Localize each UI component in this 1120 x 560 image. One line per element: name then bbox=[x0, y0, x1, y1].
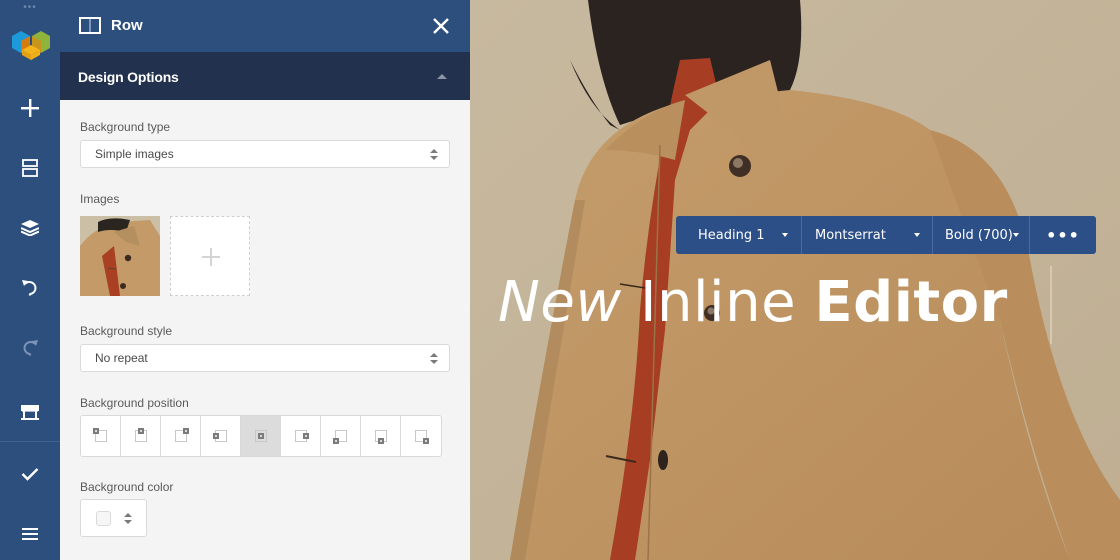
store-icon bbox=[21, 405, 39, 420]
images-label: Images bbox=[80, 192, 120, 206]
template-icon bbox=[22, 159, 38, 177]
caret-down-icon bbox=[782, 233, 788, 237]
background-type-select[interactable]: Simple images bbox=[80, 140, 450, 168]
undo-icon bbox=[22, 280, 37, 296]
hamburger-icon bbox=[22, 528, 38, 540]
templates-button[interactable] bbox=[0, 148, 60, 188]
position-right-center[interactable] bbox=[281, 416, 321, 456]
hub-button[interactable] bbox=[0, 393, 60, 433]
background-style-value: No repeat bbox=[95, 351, 148, 365]
layers-icon bbox=[21, 220, 39, 236]
left-toolbar-rail: ••• bbox=[0, 0, 60, 560]
add-element-button[interactable] bbox=[0, 88, 60, 128]
visual-composer-logo[interactable] bbox=[11, 27, 51, 61]
design-options-section-toggle[interactable]: Design Options bbox=[60, 52, 470, 100]
editable-heading[interactable]: New Inline Editor bbox=[498, 270, 1008, 335]
check-icon bbox=[21, 468, 39, 481]
position-center-bottom-icon bbox=[378, 438, 384, 444]
position-center-center-icon bbox=[258, 433, 264, 439]
add-image-button[interactable] bbox=[170, 216, 250, 296]
heading-word-bold: Editor bbox=[814, 270, 1008, 335]
background-color-label: Background color bbox=[80, 480, 174, 494]
tree-view-button[interactable] bbox=[0, 208, 60, 248]
font-weight-dropdown[interactable]: Bold (700) bbox=[933, 216, 1030, 254]
position-center-top[interactable] bbox=[121, 416, 161, 456]
publish-button[interactable] bbox=[0, 454, 60, 494]
position-right-bottom[interactable] bbox=[401, 416, 441, 456]
heading-level-dropdown[interactable]: Heading 1 bbox=[676, 216, 802, 254]
select-arrows-icon bbox=[430, 353, 438, 365]
position-right-bottom-icon bbox=[423, 438, 429, 444]
select-arrows-icon bbox=[430, 149, 438, 161]
position-left-bottom-icon bbox=[333, 438, 339, 444]
font-family-value: Montserrat bbox=[815, 227, 886, 243]
text-cursor bbox=[1050, 266, 1052, 344]
heading-word-regular: Inline bbox=[639, 270, 797, 335]
undo-button[interactable] bbox=[0, 267, 60, 307]
redo-icon bbox=[23, 340, 38, 356]
plus-icon bbox=[202, 248, 220, 266]
redo-button[interactable] bbox=[0, 327, 60, 367]
background-type-value: Simple images bbox=[95, 147, 174, 161]
caret-down-icon bbox=[1013, 233, 1019, 237]
background-style-label: Background style bbox=[80, 324, 173, 338]
image-thumbnail[interactable] bbox=[80, 216, 160, 296]
color-swatch bbox=[96, 511, 111, 526]
more-options-button[interactable]: ••• bbox=[1030, 216, 1096, 254]
background-position-label: Background position bbox=[80, 396, 189, 410]
font-family-dropdown[interactable]: Montserrat bbox=[802, 216, 933, 254]
background-color-picker[interactable] bbox=[80, 499, 147, 537]
position-right-top-icon bbox=[183, 428, 189, 434]
picker-arrows-icon bbox=[124, 513, 132, 525]
inline-text-toolbar: Heading 1 Montserrat Bold (700) ••• bbox=[676, 216, 1096, 254]
position-center-center[interactable] bbox=[241, 416, 281, 456]
drag-handle[interactable]: ••• bbox=[0, 3, 60, 13]
background-style-select[interactable]: No repeat bbox=[80, 344, 450, 372]
page-canvas: Heading 1 Montserrat Bold (700) ••• New … bbox=[470, 0, 1120, 560]
caret-up-icon bbox=[437, 74, 447, 79]
position-right-top[interactable] bbox=[161, 416, 201, 456]
close-icon[interactable] bbox=[432, 17, 450, 35]
menu-button[interactable] bbox=[0, 514, 60, 554]
position-left-bottom[interactable] bbox=[321, 416, 361, 456]
caret-down-icon bbox=[914, 233, 920, 237]
font-weight-value: Bold (700) bbox=[945, 227, 1013, 243]
coat-thumbnail-image bbox=[80, 216, 160, 296]
edit-panel: Row Design Options Background type Simpl… bbox=[60, 0, 470, 560]
heading-level-value: Heading 1 bbox=[698, 227, 765, 243]
position-left-center[interactable] bbox=[201, 416, 241, 456]
position-right-center-icon bbox=[303, 433, 309, 439]
rail-divider bbox=[0, 441, 60, 442]
position-center-bottom[interactable] bbox=[361, 416, 401, 456]
position-center-top-icon bbox=[138, 428, 144, 434]
panel-header: Row bbox=[60, 0, 470, 52]
background-position-picker bbox=[80, 415, 442, 457]
panel-title: Row bbox=[111, 17, 143, 34]
heading-word-italic: New bbox=[498, 270, 622, 335]
plus-icon bbox=[21, 99, 39, 117]
position-left-top-icon bbox=[93, 428, 99, 434]
position-left-center-icon bbox=[213, 433, 219, 439]
background-type-label: Background type bbox=[80, 120, 171, 134]
more-dots-icon: ••• bbox=[1046, 225, 1080, 245]
row-layout-icon bbox=[79, 17, 101, 34]
position-left-top[interactable] bbox=[81, 416, 121, 456]
section-title: Design Options bbox=[78, 69, 179, 85]
